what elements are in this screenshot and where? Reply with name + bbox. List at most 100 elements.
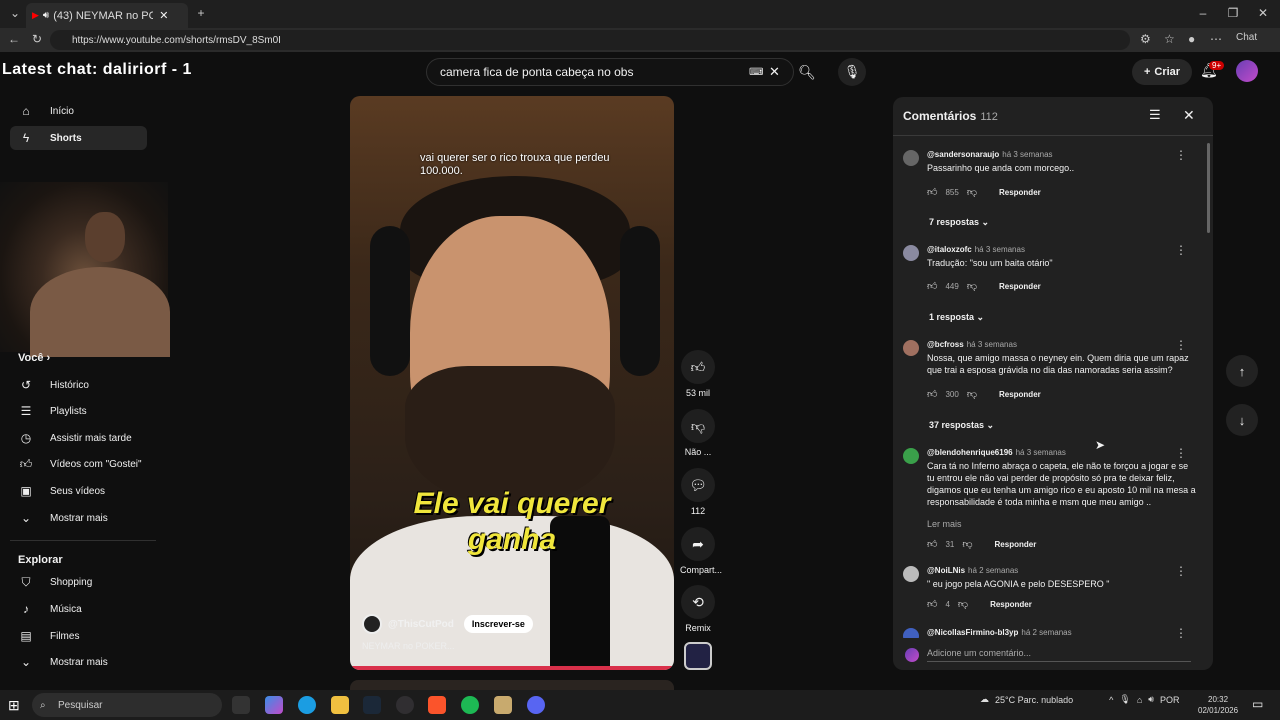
reply-button[interactable]: Responder: [990, 600, 1032, 609]
video-title[interactable]: NEYMAR no POKER...: [362, 641, 455, 651]
sort-icon[interactable]: ☰: [1149, 107, 1161, 123]
comment-author[interactable]: @sandersonaraujo: [927, 150, 999, 159]
new-tab-icon[interactable]: +: [186, 6, 216, 20]
microphone-icon[interactable]: 🎙︎: [838, 58, 866, 86]
back-icon[interactable]: ←: [8, 32, 20, 46]
comment-author[interactable]: @NicollasFirmino-bl3yp: [927, 628, 1018, 637]
sidebar-item-playlists[interactable]: ☰ Playlists: [10, 399, 147, 423]
file-explorer-icon[interactable]: [331, 696, 349, 714]
extensions-icon[interactable]: ⚙: [1140, 32, 1151, 46]
keyboard-icon[interactable]: ⌨: [749, 67, 763, 78]
task-view-icon[interactable]: [232, 696, 250, 714]
thumbs-up-icon[interactable]: 👍︎: [927, 598, 937, 610]
avatar[interactable]: [903, 340, 919, 356]
dislike-button[interactable]: 👎︎ Não ...: [680, 409, 716, 457]
previous-short-button[interactable]: ↑: [1226, 355, 1258, 387]
browser-tab[interactable]: ▶ 🔊︎ (43) NEYMAR no POKER... - Yo ✕: [26, 3, 188, 28]
clear-search-icon[interactable]: ✕: [769, 64, 780, 80]
sidebar-item-shopping[interactable]: ⛉ Shopping: [10, 570, 147, 594]
search-input[interactable]: camera fica de ponta cabeça no obs ⌨ ✕: [426, 58, 794, 86]
more-options-icon[interactable]: ⋮: [1175, 628, 1187, 638]
comment-author[interactable]: @NoiLNis: [927, 566, 965, 575]
brave-icon[interactable]: [428, 696, 446, 714]
clock[interactable]: 20:32 02/01/2026: [1198, 694, 1238, 716]
sidebar-item-historico[interactable]: ↺ Histórico: [10, 373, 147, 397]
volume-icon[interactable]: 🔊︎: [1148, 694, 1154, 705]
profile-icon[interactable]: ●: [1188, 32, 1195, 46]
sidebar-item-liked-videos[interactable]: 👍︎ Vídeos com "Gostei": [10, 452, 147, 476]
like-button[interactable]: 👍︎ 53 mil: [680, 350, 716, 398]
steam-icon[interactable]: [363, 696, 381, 714]
obs-icon[interactable]: [396, 696, 414, 714]
tab-close-icon[interactable]: ✕: [159, 9, 168, 22]
avatar[interactable]: [903, 150, 919, 166]
weather-text[interactable]: 25°C Parc. nublado: [995, 695, 1073, 705]
comments-scrollbar[interactable]: [1207, 143, 1210, 233]
read-more-link[interactable]: Ler mais: [927, 519, 962, 529]
close-icon[interactable]: ✕: [1183, 107, 1195, 124]
more-options-icon[interactable]: ⋮: [1175, 564, 1187, 578]
more-options-icon[interactable]: ⋮: [1175, 148, 1187, 162]
thumbs-down-icon[interactable]: 👎︎: [962, 538, 972, 550]
reply-button[interactable]: Responder: [999, 390, 1041, 399]
league-icon[interactable]: [494, 696, 512, 714]
more-options-icon[interactable]: ⋮: [1175, 243, 1187, 257]
favorites-icon[interactable]: ☆: [1164, 32, 1175, 46]
add-comment-input[interactable]: Adicione um comentário...: [927, 648, 1191, 662]
language-indicator[interactable]: POR: [1160, 695, 1180, 705]
reload-icon[interactable]: ↻: [32, 32, 42, 46]
sidebar-item-watch-later[interactable]: ◷ Assistir mais tarde: [10, 426, 147, 450]
replies-toggle[interactable]: 37 respostas ⌄: [929, 420, 994, 431]
comment-author[interactable]: @italoxzofc: [927, 245, 972, 254]
maximize-icon[interactable]: ❐: [1218, 6, 1248, 20]
replies-toggle[interactable]: 1 resposta ⌄: [929, 312, 984, 323]
comment-author[interactable]: @bcfross: [927, 340, 964, 349]
avatar[interactable]: [903, 245, 919, 261]
comments-button[interactable]: 💬︎ 112: [680, 468, 716, 516]
thumbs-down-icon[interactable]: 👎︎: [967, 280, 977, 292]
discord-icon[interactable]: [527, 696, 545, 714]
you-section-heading[interactable]: Você ›: [18, 352, 50, 364]
network-icon[interactable]: ⌂: [1137, 695, 1142, 705]
sidebar-item-inicio[interactable]: ⌂ Início: [10, 99, 147, 123]
minimize-icon[interactable]: –: [1188, 6, 1218, 20]
sidebar-item-shorts[interactable]: ϟ Shorts: [10, 126, 147, 150]
sidebar-item-films[interactable]: ▤ Filmes: [10, 624, 147, 648]
thumbs-up-icon[interactable]: 👍︎: [927, 538, 937, 550]
mic-tray-icon[interactable]: 🎙︎: [1119, 694, 1130, 705]
thumbs-down-icon[interactable]: 👎︎: [967, 186, 977, 198]
reply-button[interactable]: Responder: [999, 282, 1041, 291]
create-button[interactable]: + Criar: [1132, 59, 1192, 85]
more-options-icon[interactable]: ⋮: [1175, 446, 1187, 460]
speaker-icon[interactable]: 🔊︎: [43, 10, 49, 21]
video-progress-bar[interactable]: [350, 666, 674, 670]
thumbs-down-icon[interactable]: 👎︎: [967, 388, 977, 400]
copilot-chat-button[interactable]: Chat: [1236, 32, 1257, 43]
share-button[interactable]: ➦ Compart...: [680, 527, 722, 575]
notification-center-icon[interactable]: ▭: [1252, 697, 1263, 711]
spotify-icon[interactable]: [461, 696, 479, 714]
menu-dots-icon[interactable]: ⋯: [1210, 32, 1222, 46]
reply-button[interactable]: Responder: [999, 188, 1041, 197]
windows-start-icon[interactable]: ⊞: [8, 697, 20, 714]
weather-icon[interactable]: ☁: [980, 694, 989, 705]
more-options-icon[interactable]: ⋮: [1175, 338, 1187, 352]
channel-avatar[interactable]: [362, 614, 382, 634]
thumbs-up-icon[interactable]: 👍︎: [927, 280, 937, 292]
close-window-icon[interactable]: ✕: [1248, 6, 1278, 20]
thumbs-down-icon[interactable]: 👎︎: [958, 598, 968, 610]
remix-button[interactable]: ⟲ Remix: [680, 585, 716, 633]
copilot-icon[interactable]: [265, 696, 283, 714]
channel-name[interactable]: @ThisCutPod: [388, 619, 454, 630]
url-field[interactable]: https://www.youtube.com/shorts/rmsDV_8Sm…: [50, 30, 1130, 50]
thumbs-up-icon[interactable]: 👍︎: [927, 388, 937, 400]
subscribe-button[interactable]: Inscrever-se: [463, 615, 533, 633]
avatar[interactable]: [903, 448, 919, 464]
sidebar-item-show-more[interactable]: ⌄ Mostrar mais: [10, 506, 147, 530]
reply-button[interactable]: Responder: [995, 540, 1037, 549]
replies-toggle[interactable]: 7 respostas ⌄: [929, 217, 989, 228]
tray-chevron-icon[interactable]: ^: [1109, 695, 1113, 705]
comment-author[interactable]: @blendohenrique6196: [927, 448, 1013, 457]
sidebar-item-your-videos[interactable]: ▣ Seus vídeos: [10, 479, 147, 503]
avatar[interactable]: [903, 566, 919, 582]
